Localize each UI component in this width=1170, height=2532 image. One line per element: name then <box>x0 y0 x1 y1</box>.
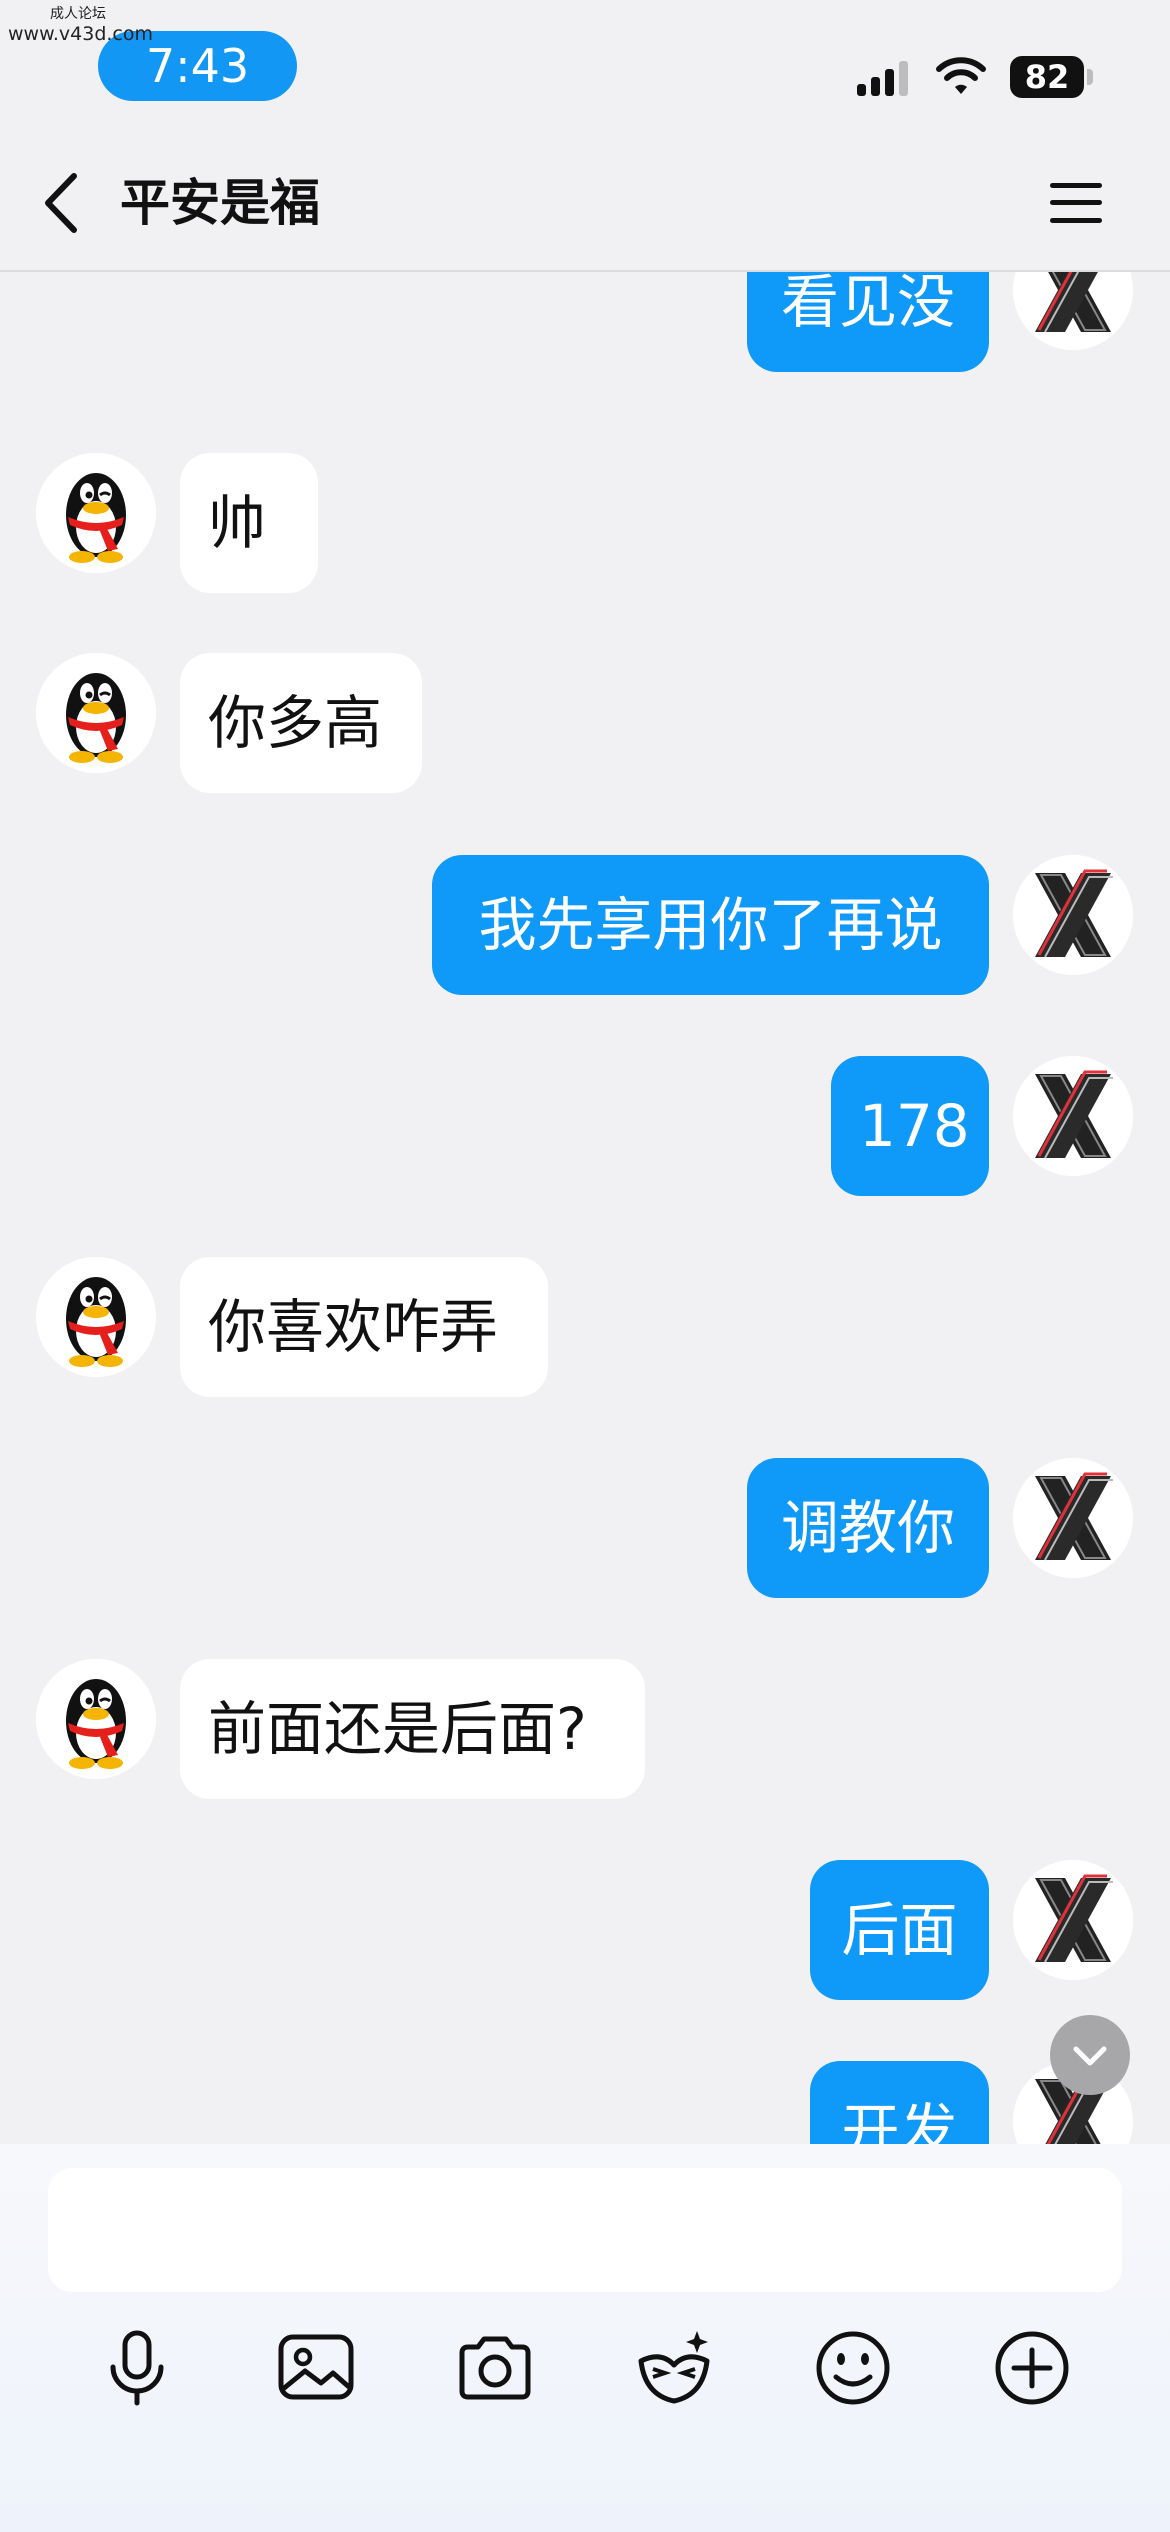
more-button[interactable] <box>989 2325 1075 2411</box>
my-avatar[interactable] <box>1013 1056 1133 1176</box>
watermark-url: www.v43d.com <box>8 23 154 45</box>
scroll-to-bottom-button[interactable] <box>1050 2015 1130 2095</box>
peer-avatar[interactable] <box>36 1659 156 1779</box>
image-icon <box>278 2334 354 2400</box>
message-bubble-received[interactable]: 帅 <box>180 453 318 593</box>
message-input[interactable] <box>48 2168 1122 2292</box>
message-list[interactable]: 看见没 帅 你多高 我先享用你了再说 178 你喜欢咋弄 调教你 前面还是后面?… <box>0 272 1170 2144</box>
composer-bar <box>0 2144 1170 2532</box>
message-bubble-sent[interactable]: 我先享用你了再说 <box>432 855 989 995</box>
peer-avatar[interactable] <box>36 453 156 573</box>
chevron-down-icon <box>1073 2046 1107 2066</box>
menu-icon[interactable] <box>1048 180 1104 226</box>
microphone-icon <box>110 2330 164 2406</box>
photo-button[interactable] <box>273 2325 359 2411</box>
plus-icon <box>995 2331 1069 2405</box>
status-bar: 7:43 82 <box>0 0 1170 130</box>
voice-button[interactable] <box>94 2325 180 2411</box>
my-avatar[interactable] <box>1013 1458 1133 1578</box>
watermark: 成人论坛 www.v43d.com <box>8 4 153 44</box>
mask-icon <box>638 2331 710 2404</box>
message-bubble-sent[interactable]: 看见没 <box>747 272 989 372</box>
battery-level: 82 <box>1010 56 1084 98</box>
cellular-signal-icon <box>857 61 908 96</box>
message-bubble-sent[interactable]: 178 <box>831 1056 989 1196</box>
message-bubble-received[interactable]: 你多高 <box>180 653 422 793</box>
my-avatar[interactable] <box>1013 855 1133 975</box>
back-chevron-icon[interactable] <box>38 170 88 236</box>
peer-avatar[interactable] <box>36 653 156 773</box>
ai-mask-button[interactable] <box>631 2325 717 2411</box>
message-bubble-sent[interactable]: 调教你 <box>747 1458 989 1598</box>
wifi-icon <box>936 57 986 94</box>
chat-header: 平安是福 <box>0 130 1170 272</box>
battery-nub <box>1087 69 1093 85</box>
chat-title: 平安是福 <box>120 174 320 232</box>
message-bubble-received[interactable]: 前面还是后面? <box>180 1659 645 1799</box>
message-bubble-sent[interactable]: 后面 <box>810 1860 989 2000</box>
message-bubble-sent[interactable]: 开发 <box>810 2061 989 2144</box>
watermark-title: 成人论坛 <box>50 6 106 22</box>
my-avatar[interactable] <box>1013 272 1133 350</box>
my-avatar[interactable] <box>1013 1860 1133 1980</box>
camera-icon <box>459 2336 531 2400</box>
emoji-icon <box>816 2331 890 2405</box>
message-bubble-received[interactable]: 你喜欢咋弄 <box>180 1257 548 1397</box>
peer-avatar[interactable] <box>36 1257 156 1377</box>
camera-button[interactable] <box>452 2325 538 2411</box>
emoji-button[interactable] <box>810 2325 896 2411</box>
